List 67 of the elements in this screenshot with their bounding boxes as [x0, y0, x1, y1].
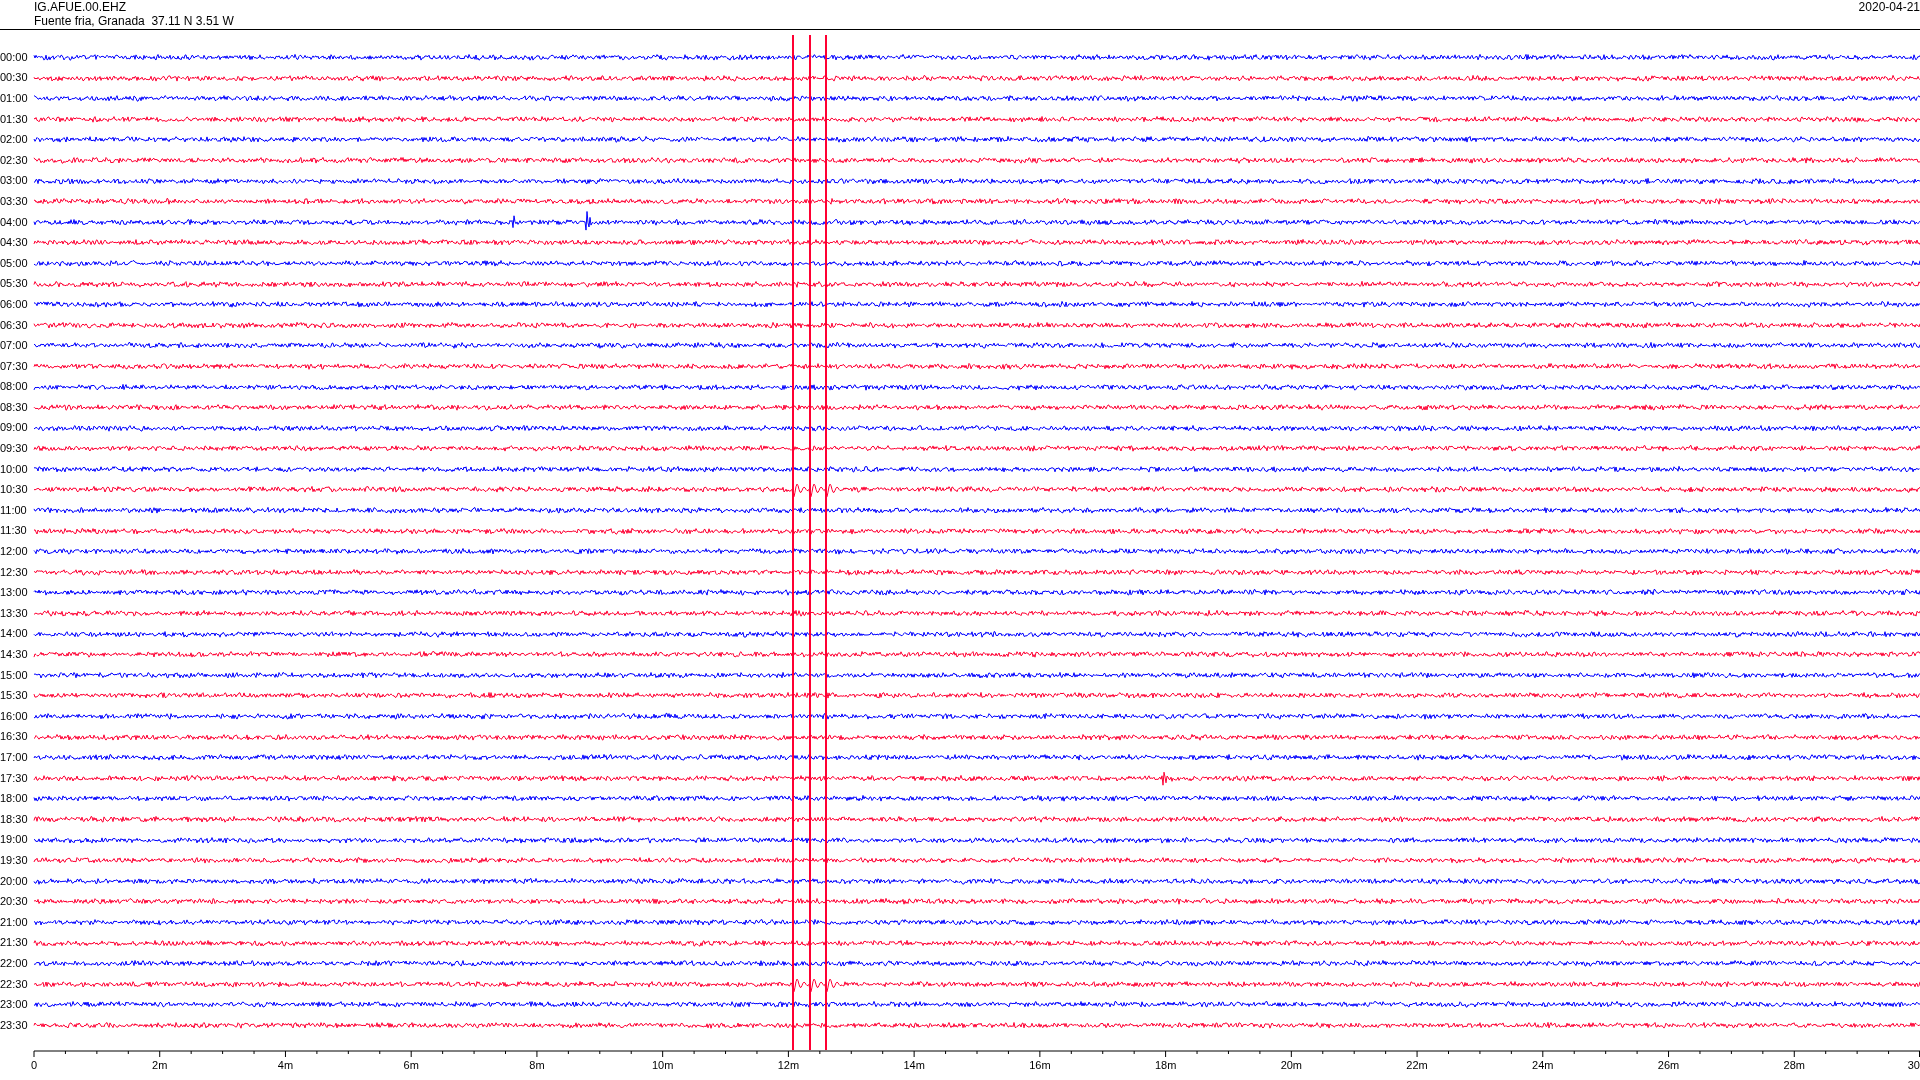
row-time-label: 10:00: [0, 463, 29, 475]
tick-label: 12m: [777, 1058, 800, 1071]
row-time-label: 16:00: [0, 710, 29, 722]
row-time-label: 23:30: [0, 1019, 29, 1031]
tick-label: 30: [1907, 1058, 1920, 1071]
row-time-label: 21:30: [0, 937, 29, 949]
row-time-label: 18:00: [0, 793, 29, 805]
row-time-label: 20:00: [0, 875, 29, 887]
row-time-label: 09:30: [0, 443, 29, 455]
row-time-label: 11:30: [0, 525, 28, 537]
row-time-label: 07:30: [0, 360, 29, 372]
row-time-label: 06:00: [0, 298, 29, 310]
row-time-label: 20:30: [0, 896, 29, 908]
row-time-label: 03:30: [0, 195, 29, 207]
row-time-label: 02:00: [0, 134, 29, 146]
row-time-label: 22:30: [0, 978, 29, 990]
row-time-label: 19:00: [0, 834, 29, 846]
tick-label: 0: [31, 1058, 38, 1071]
row-time-label: 19:30: [0, 854, 29, 866]
row-time-label: 08:30: [0, 401, 29, 413]
tick-label: 14m: [903, 1058, 925, 1071]
row-time-label: 05:30: [0, 278, 29, 290]
tick-label: 28m: [1783, 1058, 1805, 1071]
row-time-label: 06:30: [0, 319, 29, 331]
plot-date: 2020-04-21: [1858, 0, 1920, 14]
row-time-label: 17:30: [0, 772, 29, 784]
station-code: IG.AFUE.00.EHZ: [34, 0, 128, 14]
row-time-label: 22:00: [0, 957, 29, 969]
row-time-label: 13:00: [0, 587, 29, 599]
row-time-label: 17:00: [0, 752, 29, 763]
row-time-label: 07:00: [0, 340, 29, 352]
row-time-label: 15:30: [0, 690, 29, 702]
tick-label: 8m: [529, 1058, 545, 1071]
row-time-label: 23:00: [0, 999, 29, 1011]
row-time-label: 03:00: [0, 175, 29, 187]
row-time-label: 12:00: [0, 546, 29, 558]
row-time-label: 10:30: [0, 484, 29, 496]
row-time-label: 09:00: [0, 422, 29, 434]
tick-label: 22m: [1406, 1058, 1428, 1071]
row-time-label: 08:00: [0, 381, 29, 393]
tick-label: 20m: [1280, 1058, 1303, 1071]
row-time-label: 05:00: [0, 257, 29, 269]
row-time-label: 16:30: [0, 731, 29, 743]
row-time-label: 01:30: [0, 113, 29, 125]
row-time-label: 01:00: [0, 93, 29, 104]
tick-label: 4m: [277, 1058, 294, 1071]
tick-label: 10m: [651, 1058, 674, 1071]
row-time-label: 12:30: [0, 566, 29, 578]
row-time-label: 00:30: [0, 72, 29, 84]
row-time-label: 21:00: [0, 916, 29, 928]
row-time-label: 13:30: [0, 607, 29, 619]
row-time-label: 14:30: [0, 649, 29, 660]
row-time-label: 02:30: [0, 154, 29, 166]
row-time-label: 15:00: [0, 669, 29, 681]
row-time-label: 14:00: [0, 628, 29, 640]
tick-label: 18m: [1154, 1058, 1177, 1071]
tick-label: 26m: [1657, 1058, 1680, 1071]
row-time-label: 18:30: [0, 813, 29, 825]
tick-label: 16m: [1029, 1058, 1051, 1071]
row-time-label: 00:00: [0, 51, 29, 63]
row-time-label: 04:30: [0, 237, 29, 249]
row-time-label: 11:00: [0, 504, 28, 516]
tick-label: 2m: [152, 1058, 168, 1071]
row-time-label: 04:00: [0, 216, 29, 228]
tick-label: 6m: [403, 1058, 419, 1071]
tick-label: 24m: [1532, 1058, 1554, 1071]
station-location: Fuente fria, Granada 37.11 N 3.51 W: [34, 14, 234, 28]
